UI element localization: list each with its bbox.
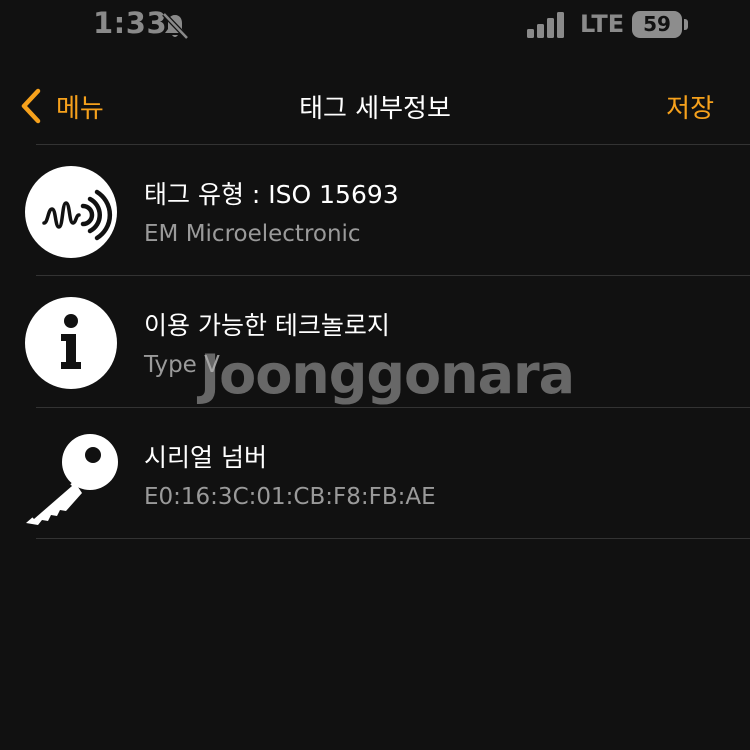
item-subtitle: EM Microelectronic	[144, 221, 361, 247]
status-time: 1:33	[93, 6, 168, 40]
item-title: 이용 가능한 테크놀로지	[144, 311, 390, 340]
battery-level: 59	[643, 12, 671, 36]
back-button[interactable]: 메뉴	[18, 84, 104, 128]
item-title: 시리얼 넘버	[144, 443, 267, 472]
navigation-bar: 태그 세부정보 메뉴 저장	[0, 70, 750, 142]
battery-tip	[684, 19, 688, 30]
bell-slash-icon	[162, 12, 189, 40]
network-label: LTE	[580, 10, 625, 38]
key-icon	[26, 434, 118, 525]
list-item-tag-type[interactable]: 태그 유형 : ISO 15693 EM Microelectronic	[0, 145, 750, 276]
battery-icon: 59	[632, 11, 682, 38]
item-title: 태그 유형 : ISO 15693	[144, 180, 399, 209]
list-item-technologies[interactable]: 이용 가능한 테크놀로지 Type V	[0, 276, 750, 407]
status-bar: 1:33 LTE 59	[0, 0, 750, 54]
back-label: 메뉴	[56, 93, 104, 124]
item-subtitle: E0:16:3C:01:CB:F8:FB:AE	[144, 484, 436, 510]
nfc-wave-icon	[25, 166, 117, 258]
chevron-left-icon	[21, 88, 41, 124]
item-subtitle: Type V	[144, 352, 220, 378]
list-item-serial-number[interactable]: 시리얼 넘버 E0:16:3C:01:CB:F8:FB:AE	[0, 408, 750, 539]
info-icon	[25, 297, 117, 389]
divider	[36, 538, 750, 539]
save-button[interactable]: 저장	[666, 88, 714, 125]
screen: 1:33 LTE 59 태그 세부정보 메뉴 저장 태그 유형: ISO 15…	[0, 0, 750, 750]
signal-icon	[527, 12, 564, 38]
page-title: 태그 세부정보	[299, 94, 451, 124]
